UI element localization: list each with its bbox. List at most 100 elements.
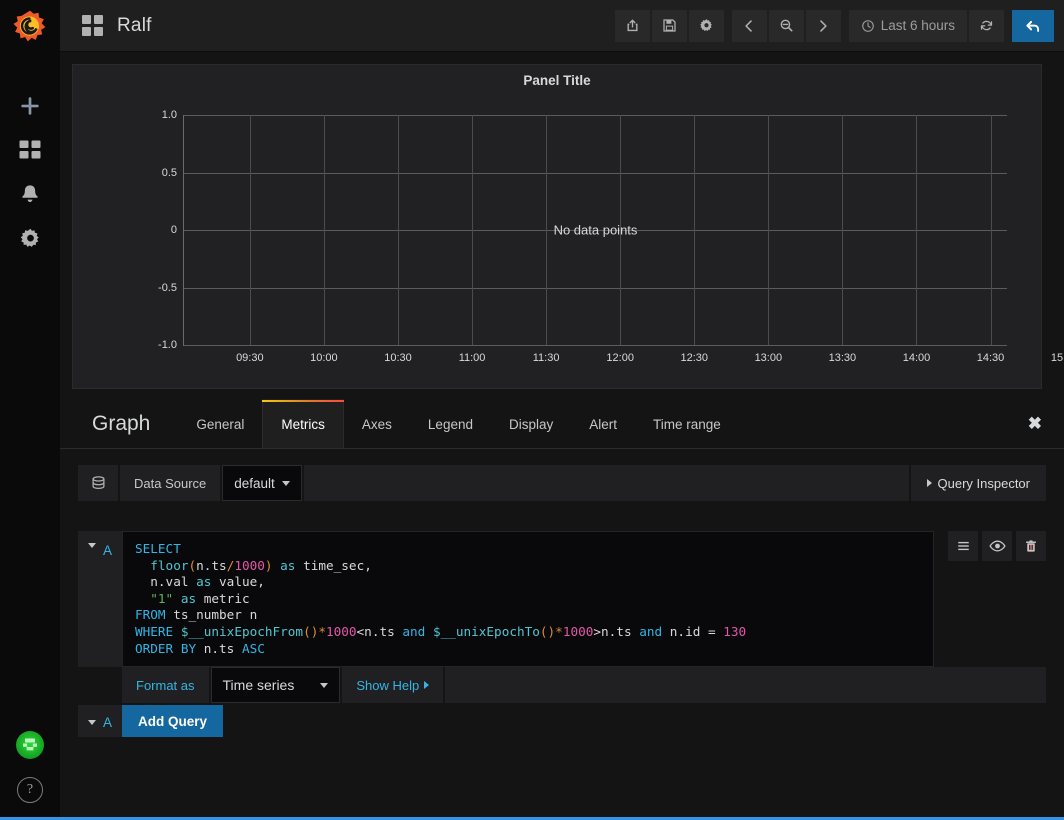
chevron-down-icon [281, 480, 290, 486]
x-axis-tick: 10:30 [384, 352, 412, 364]
editor-tabs: Graph General Metrics Axes Legend Displa… [60, 399, 1064, 449]
time-shift-back-button[interactable] [731, 9, 767, 42]
tab-metrics[interactable]: Metrics [262, 399, 344, 448]
x-axis-tick: 14:30 [976, 352, 1005, 364]
tab-time-range[interactable]: Time range [635, 399, 739, 448]
sidebar-item-dashboards[interactable] [0, 128, 60, 172]
save-dashboard-button[interactable] [651, 9, 687, 42]
x-axis-tick: 12:30 [680, 352, 709, 364]
panel-title[interactable]: Panel Title [523, 73, 590, 88]
back-to-dashboard-button[interactable] [1012, 9, 1054, 42]
x-axis-tick: 15:00 [1050, 352, 1064, 364]
time-shift-forward-button[interactable] [805, 9, 841, 42]
sidebar-item-alerting[interactable] [0, 172, 60, 216]
x-axis-tick: 11:00 [458, 352, 486, 364]
graph-panel: Panel Title 1.0 0.5 0 -0.5 -1.0 09:30 10… [72, 64, 1064, 389]
query-editor-row: A SELECT floor(n.ts/1000) as time_sec, n… [78, 531, 1046, 738]
gridline-v [694, 115, 696, 345]
sql-code: SELECT floor(n.ts/1000) as time_sec, n.v… [135, 541, 747, 656]
tab-general[interactable]: General [178, 399, 262, 448]
help-icon[interactable]: ? [17, 777, 43, 803]
gear-icon [20, 228, 39, 247]
gridline-v [990, 115, 992, 345]
gridline-v [397, 115, 399, 345]
show-help-button[interactable]: Show Help [342, 667, 444, 704]
query-options-button[interactable] [948, 531, 978, 561]
toggle-query-visibility-button[interactable] [982, 531, 1012, 561]
datasource-select[interactable]: default [222, 465, 302, 501]
y-axis-tick: 1.0 [161, 109, 177, 121]
save-icon [663, 19, 676, 32]
query-ref-id: A [102, 543, 112, 558]
plus-icon [21, 97, 39, 115]
format-row: Format as Time series Show Help [122, 667, 1046, 704]
gridline-h [184, 172, 1007, 174]
x-axis-tick: 11:30 [532, 352, 560, 364]
gridline-v [472, 115, 474, 345]
gridline-v [842, 115, 844, 345]
x-axis-tick: 10:00 [310, 352, 338, 364]
gear-icon [699, 19, 712, 31]
datasource-row-filler [303, 465, 909, 501]
tab-legend[interactable]: Legend [410, 399, 491, 448]
y-axis-tick: -0.5 [158, 281, 177, 294]
add-query-row: A Add Query [78, 705, 1046, 738]
database-icon[interactable] [78, 465, 118, 501]
dashboard-body: Panel Title 1.0 0.5 0 -0.5 -1.0 09:30 10… [60, 52, 1064, 817]
gridline-v [323, 115, 325, 345]
clock-icon [861, 19, 874, 32]
dashboards-icon [82, 15, 103, 36]
avatar[interactable] [16, 731, 44, 759]
metrics-tab-content: Data Source default Query Inspector A SE… [60, 449, 1064, 738]
y-axis-tick: 0 [170, 224, 177, 236]
chevron-down-icon [87, 719, 96, 725]
sidebar-item-configuration[interactable] [0, 216, 60, 260]
y-axis-tick: -1.0 [158, 339, 177, 351]
query-collapse-toggle[interactable]: A [78, 531, 122, 668]
format-as-select[interactable]: Time series [210, 667, 341, 704]
graph-area[interactable]: 1.0 0.5 0 -0.5 -1.0 09:30 10:00 10:30 11… [73, 95, 1064, 388]
navbar-actions: Last 6 hours [607, 9, 1054, 42]
refresh-button[interactable] [969, 9, 1004, 42]
y-axis-tick: 0.5 [161, 166, 177, 179]
no-data-message: No data points [553, 222, 638, 238]
plot-region[interactable]: 1.0 0.5 0 -0.5 -1.0 09:30 10:00 10:30 11… [158, 109, 1064, 364]
panel-editor: Graph General Metrics Axes Legend Displa… [60, 399, 1064, 817]
format-as-value: Time series [222, 677, 295, 694]
tab-axes[interactable]: Axes [344, 399, 410, 448]
remove-query-button[interactable] [1016, 531, 1046, 561]
grafana-logo-icon[interactable] [10, 6, 50, 46]
format-as-label[interactable]: Format as [122, 667, 209, 704]
gridline-h [184, 287, 1007, 289]
x-axis-tick: 09:30 [236, 352, 264, 364]
tab-display[interactable]: Display [491, 399, 571, 448]
x-axis-tick: 12:00 [606, 352, 634, 364]
add-query-button[interactable]: Add Query [122, 705, 224, 738]
dashboard-title-link[interactable]: Ralf [82, 15, 152, 37]
close-editor-button[interactable]: ✖ [1006, 399, 1064, 448]
sidebar-bottom: ? [16, 731, 44, 817]
share-dashboard-button[interactable] [614, 9, 650, 42]
zoom-out-time-button[interactable] [768, 9, 804, 42]
eye-icon [988, 540, 1006, 552]
page-title: Ralf [117, 14, 152, 36]
trash-icon [1026, 539, 1036, 552]
sidebar-item-create[interactable] [0, 84, 60, 128]
side-menu: ? [0, 0, 60, 817]
navbar: Ralf Last 6 hours [60, 0, 1064, 52]
back-group [1012, 9, 1054, 42]
query-inspector-button[interactable]: Query Inspector [910, 465, 1046, 501]
chevron-left-icon [745, 19, 753, 32]
chevron-right-icon [926, 479, 932, 487]
tab-alert[interactable]: Alert [571, 399, 635, 448]
x-axis-tick: 13:30 [828, 352, 857, 364]
time-picker-label: Last 6 hours [880, 18, 955, 33]
panel-header: Panel Title [73, 65, 1041, 95]
sql-editor[interactable]: SELECT floor(n.ts/1000) as time_sec, n.v… [122, 531, 934, 668]
time-picker-button[interactable]: Last 6 hours [848, 9, 967, 42]
gridline-v [916, 115, 918, 345]
add-query-collapse-toggle[interactable]: A [78, 705, 122, 738]
x-axis-tick: 14:00 [902, 352, 931, 364]
dashboard-settings-button[interactable] [688, 9, 724, 42]
query-inspector-label: Query Inspector [937, 475, 1031, 491]
